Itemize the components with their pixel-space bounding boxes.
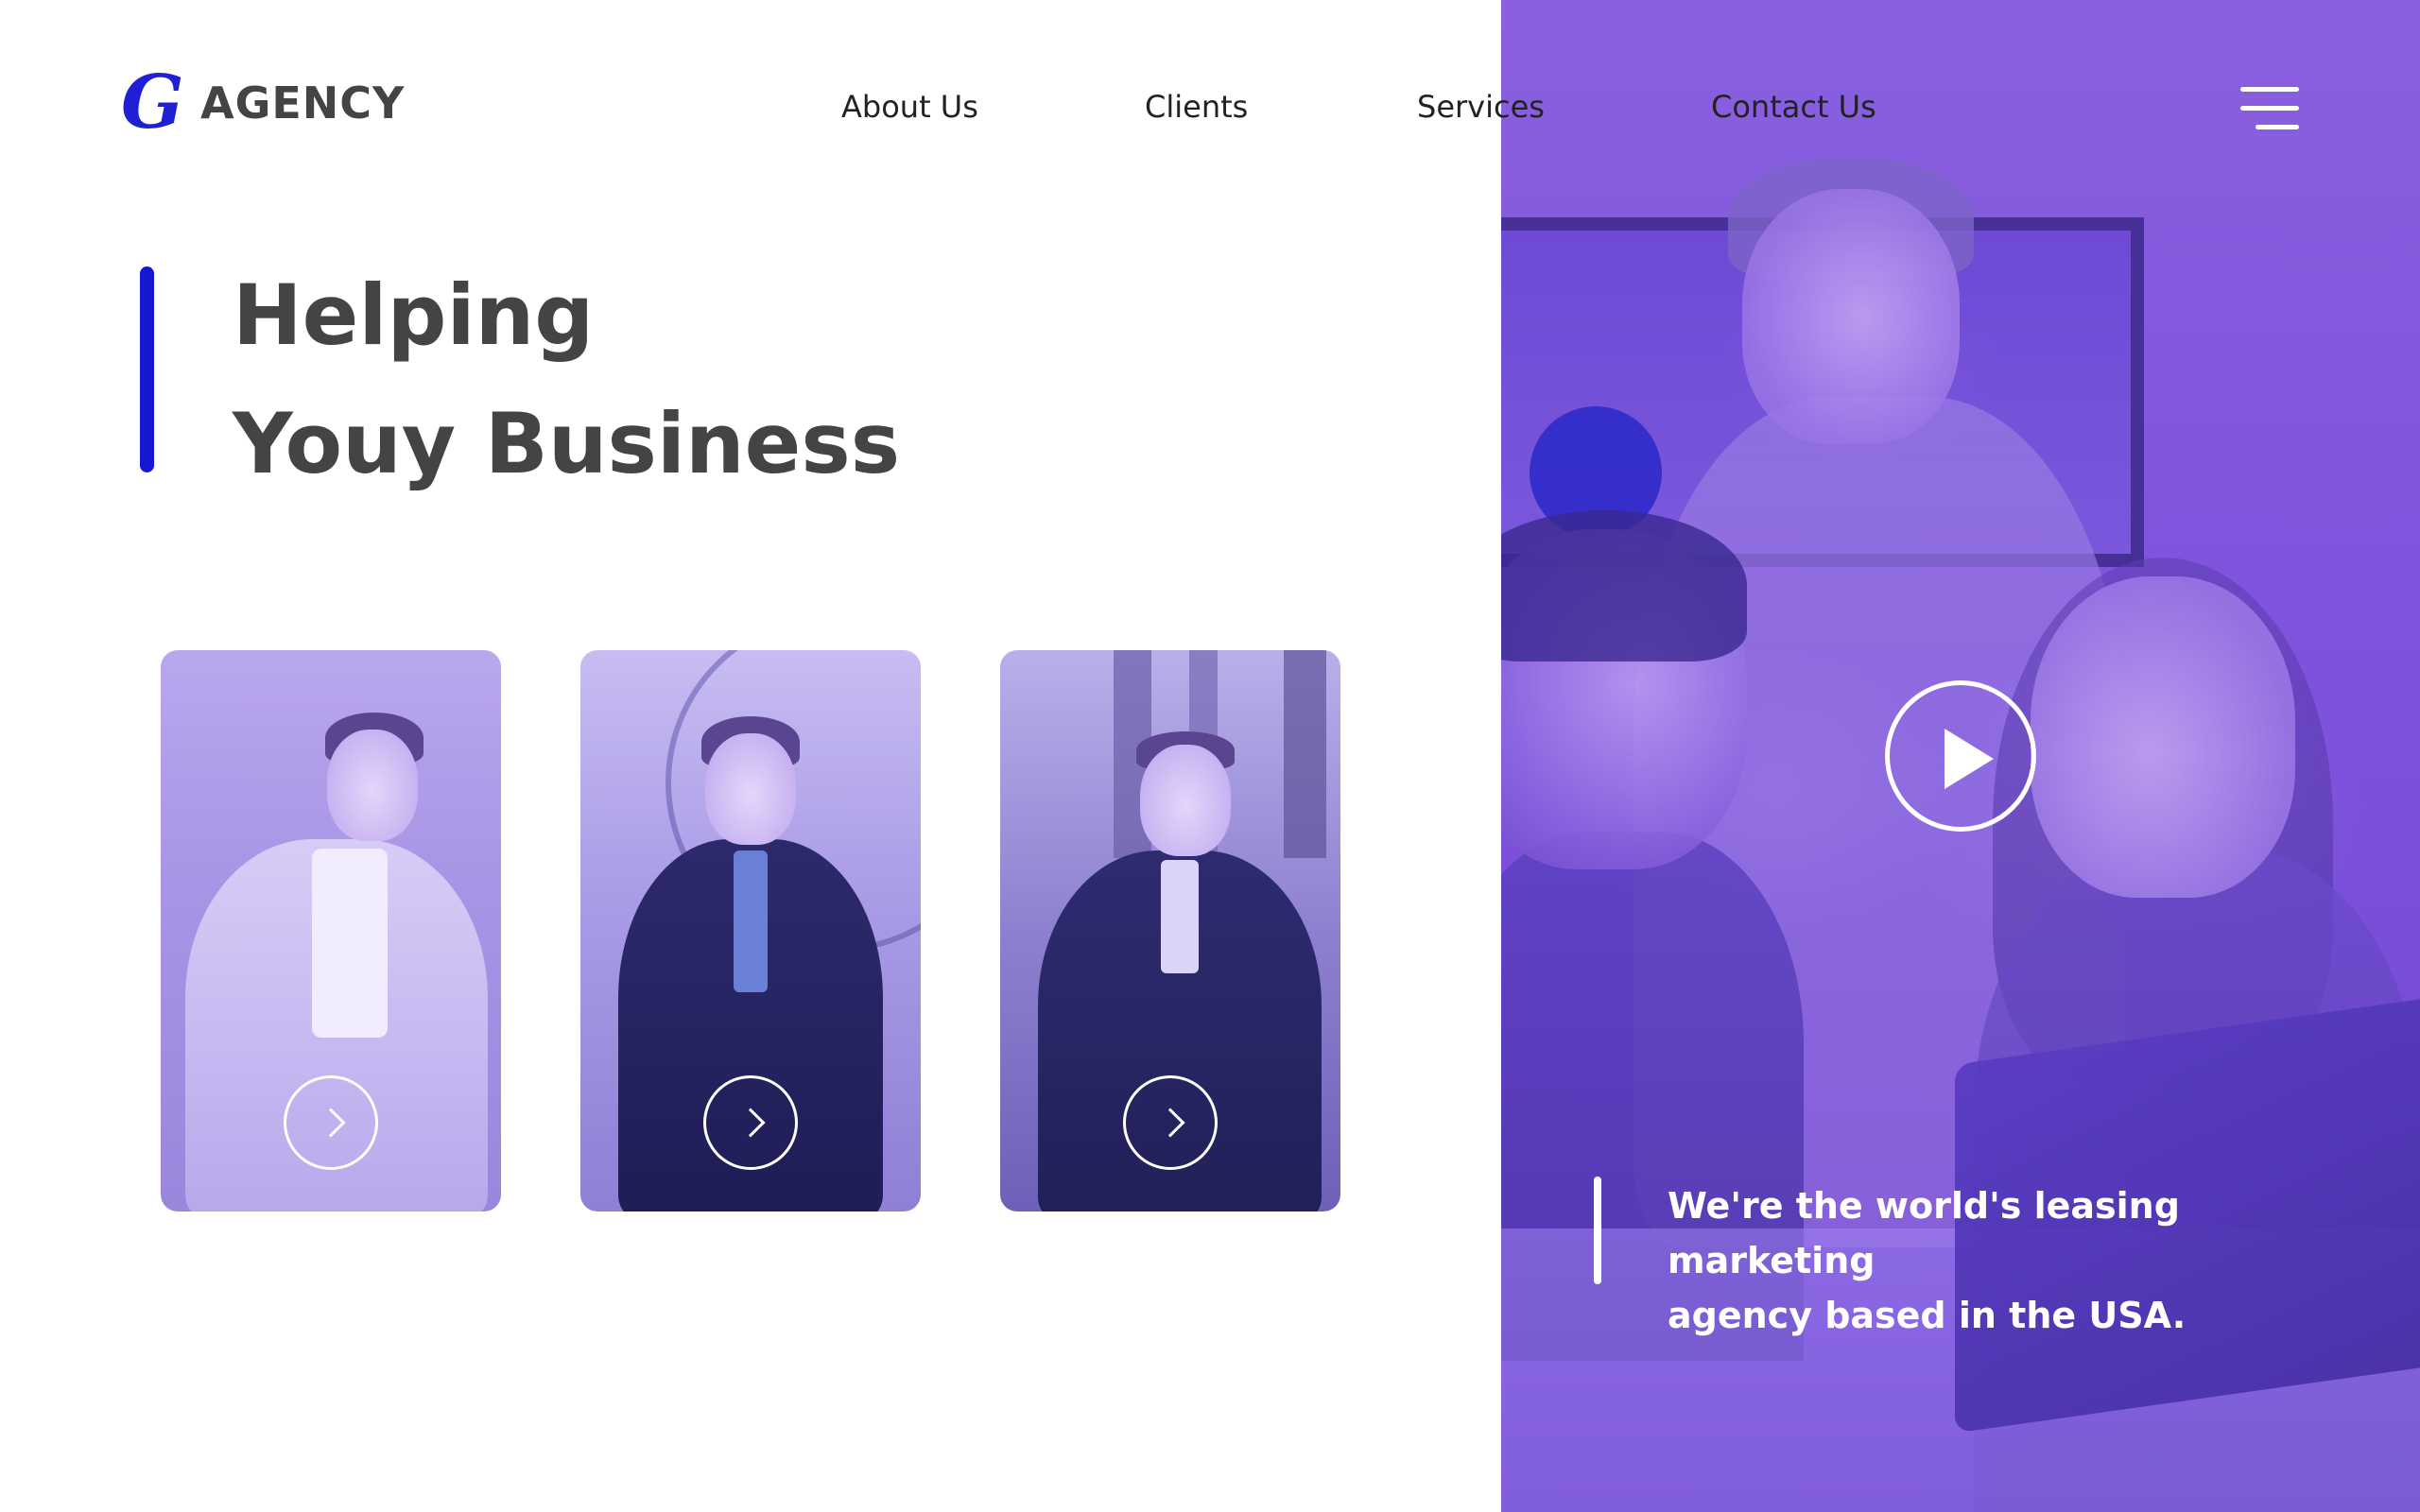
menu-line bbox=[2240, 106, 2299, 111]
person-shirt bbox=[1161, 860, 1199, 973]
play-video-button[interactable] bbox=[1885, 680, 2036, 832]
tagline-accent-bar bbox=[1594, 1177, 1601, 1284]
nav-item-services[interactable]: Services bbox=[1417, 89, 1545, 125]
nav-item-clients[interactable]: Clients bbox=[1145, 89, 1248, 125]
team-card-1[interactable] bbox=[161, 650, 501, 1211]
person-tie bbox=[734, 850, 768, 992]
tagline-line-1: We're the world's leasing marketing bbox=[1668, 1185, 2180, 1281]
team-card-3[interactable] bbox=[1000, 650, 1340, 1211]
tagline-line-2: agency based in the USA. bbox=[1668, 1295, 2187, 1336]
person-head bbox=[705, 733, 796, 845]
hero-title: Helping Youy Business bbox=[233, 251, 900, 508]
play-icon bbox=[1945, 729, 1994, 789]
nav-item-about-us[interactable]: About Us bbox=[841, 89, 978, 125]
chevron-right-icon bbox=[316, 1108, 346, 1138]
person-right-head bbox=[2031, 576, 2295, 898]
card-next-button[interactable] bbox=[1123, 1075, 1218, 1170]
menu-line bbox=[2240, 87, 2299, 92]
hero-title-line-1: Helping bbox=[233, 266, 595, 364]
chevron-right-icon bbox=[735, 1108, 766, 1138]
brand-name: AGENCY bbox=[200, 77, 406, 129]
person-shirt bbox=[312, 849, 388, 1038]
hamburger-menu-icon[interactable] bbox=[2240, 87, 2299, 130]
card-next-button[interactable] bbox=[284, 1075, 378, 1170]
person-head bbox=[327, 730, 418, 841]
logo[interactable]: G AGENCY bbox=[121, 60, 406, 146]
logo-mark-icon: G bbox=[121, 60, 184, 146]
tagline-text: We're the world's leasing marketing agen… bbox=[1668, 1178, 2348, 1343]
chevron-right-icon bbox=[1155, 1108, 1185, 1138]
hero-accent-bar bbox=[140, 266, 154, 472]
menu-line bbox=[2256, 125, 2299, 129]
person-head bbox=[1140, 745, 1231, 856]
nav-item-contact-us[interactable]: Contact Us bbox=[1711, 89, 1876, 125]
person-standing-head bbox=[1742, 189, 1960, 444]
team-card-2[interactable] bbox=[580, 650, 921, 1211]
card-next-button[interactable] bbox=[703, 1075, 798, 1170]
hero-title-line-2: Youy Business bbox=[233, 395, 901, 492]
